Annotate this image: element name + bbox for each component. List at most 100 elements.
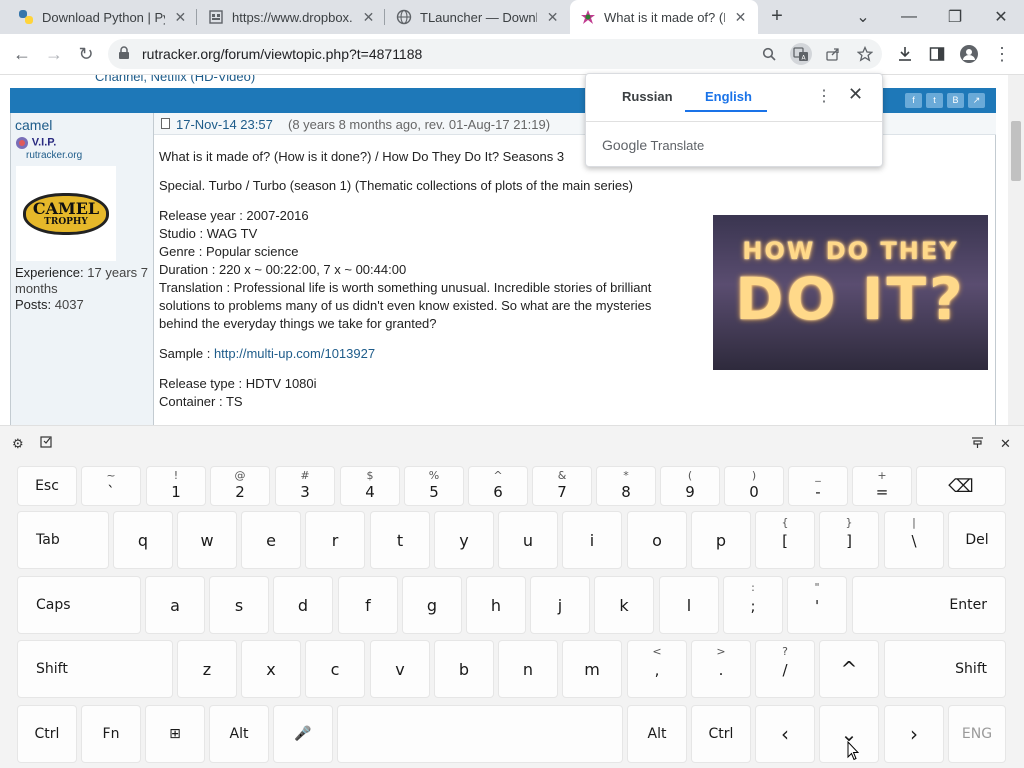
key[interactable]: b [434,640,494,698]
bookmark-star-icon[interactable] [854,43,876,65]
tab-rutracker[interactable]: What is it made of? (H ✕ [570,0,758,34]
emoji-clipboard-icon[interactable] [40,436,53,452]
key[interactable]: s [209,576,269,634]
key[interactable]: y [434,511,494,569]
language-tab-target[interactable]: English [705,89,752,104]
key[interactable]: m [562,640,622,698]
reload-button[interactable]: ↻ [72,40,100,68]
windows-key[interactable]: ⊞ [145,705,205,763]
right-arrow-key[interactable]: › [884,705,944,763]
key[interactable]: o [627,511,687,569]
key[interactable]: r [305,511,365,569]
key[interactable]: z [177,640,237,698]
post-date[interactable]: 17-Nov-14 23:57 [176,117,273,132]
tab-dropbox[interactable]: https://www.dropbox.c ✕ [198,0,386,34]
menu-button[interactable]: ⋮ [988,40,1016,68]
key[interactable]: _ - [788,466,848,506]
key[interactable]: x [241,640,301,698]
scrollbar-thumb[interactable] [1011,121,1021,181]
key[interactable]: p [691,511,751,569]
facebook-icon[interactable]: f [905,93,922,108]
address-bar[interactable]: rutracker.org/forum/viewtopic.php?t=4871… [108,39,882,69]
key[interactable]: @2 [210,466,270,506]
close-icon[interactable]: ✕ [733,9,748,26]
key[interactable]: #3 [275,466,335,506]
page-scrollbar[interactable] [1008,75,1024,425]
language-key[interactable]: ENG [948,705,1006,763]
esc-key[interactable]: Esc [17,466,77,506]
key[interactable]: :; [723,576,783,634]
key[interactable]: u [498,511,558,569]
share-icon[interactable] [822,43,844,65]
key[interactable]: d [273,576,333,634]
close-icon[interactable]: ✕ [173,9,188,26]
language-tab-source[interactable]: Russian [622,89,673,104]
close-icon[interactable]: ✕ [545,9,560,26]
key[interactable]: <, [627,640,687,698]
key[interactable]: * 8 [596,466,656,506]
key[interactable]: k [594,576,654,634]
category-link[interactable]: Channel, Netflix (HD-Video) [95,75,255,84]
key[interactable]: >. [691,640,751,698]
key[interactable]: n [498,640,558,698]
key[interactable]: h [466,576,526,634]
up-arrow-key[interactable]: ^ [819,640,879,698]
key[interactable]: l [659,576,719,634]
key[interactable]: j [530,576,590,634]
key[interactable]: ~ ` [81,466,141,506]
settings-icon[interactable]: ⚙ [12,436,24,452]
key[interactable]: (9 [660,466,720,506]
alt-key[interactable]: Alt [627,705,687,763]
caps-lock-key[interactable]: Caps [17,576,141,634]
close-icon[interactable]: ✕ [361,9,376,26]
key[interactable]: e [241,511,301,569]
key[interactable]: | \ [884,511,944,569]
translate-icon[interactable]: A [790,43,812,65]
key[interactable]: {[ [755,511,815,569]
space-key[interactable] [337,705,623,763]
ctrl-key[interactable]: Ctrl [17,705,77,763]
key[interactable]: w [177,511,237,569]
search-icon[interactable] [758,43,780,65]
key[interactable]: " ' [787,576,847,634]
share-link-icon[interactable]: ↗ [968,93,985,108]
key[interactable]: ? / [755,640,815,698]
key[interactable]: f [338,576,398,634]
key[interactable]: t [370,511,430,569]
tab-tlauncher[interactable]: TLauncher — Downloa ✕ [386,0,570,34]
back-button[interactable]: ← [8,40,36,68]
minimize-button[interactable]: — [886,0,932,34]
key[interactable]: c [305,640,365,698]
alt-key[interactable]: Alt [209,705,269,763]
key[interactable]: ! 1 [146,466,206,506]
left-arrow-key[interactable]: ‹ [755,705,815,763]
tab-python[interactable]: Download Python | Pyt ✕ [8,0,198,34]
sample-link[interactable]: http://multi-up.com/1013927 [214,346,375,361]
key[interactable]: $4 [340,466,400,506]
tab-key[interactable]: Tab [17,511,109,569]
key[interactable]: i [562,511,622,569]
key[interactable]: ^ 6 [468,466,528,506]
ctrl-key[interactable]: Ctrl [691,705,751,763]
side-panel-button[interactable] [923,40,951,68]
key[interactable]: a [145,576,205,634]
shift-key[interactable]: Shift [884,640,1006,698]
download-button[interactable] [891,40,919,68]
more-vert-icon[interactable]: ⋮ [816,86,832,106]
new-tab-button[interactable]: + [765,5,789,29]
maximize-button[interactable]: ❐ [932,0,978,34]
key[interactable]: g [402,576,462,634]
key[interactable]: ) 0 [724,466,784,506]
key[interactable]: % 5 [404,466,464,506]
shift-key[interactable]: Shift [17,640,173,698]
close-icon[interactable]: ✕ [848,84,863,105]
forward-button[interactable]: → [40,40,68,68]
twitter-icon[interactable]: t [926,93,943,108]
close-window-button[interactable]: ✕ [978,0,1024,34]
close-keyboard-icon[interactable]: ✕ [1000,436,1011,452]
dock-keyboard-icon[interactable] [971,436,984,452]
fn-key[interactable]: Fn [81,705,141,763]
backspace-key[interactable]: ⌫ [916,466,1006,506]
delete-key[interactable]: Del [948,511,1006,569]
key[interactable]: }] [819,511,879,569]
